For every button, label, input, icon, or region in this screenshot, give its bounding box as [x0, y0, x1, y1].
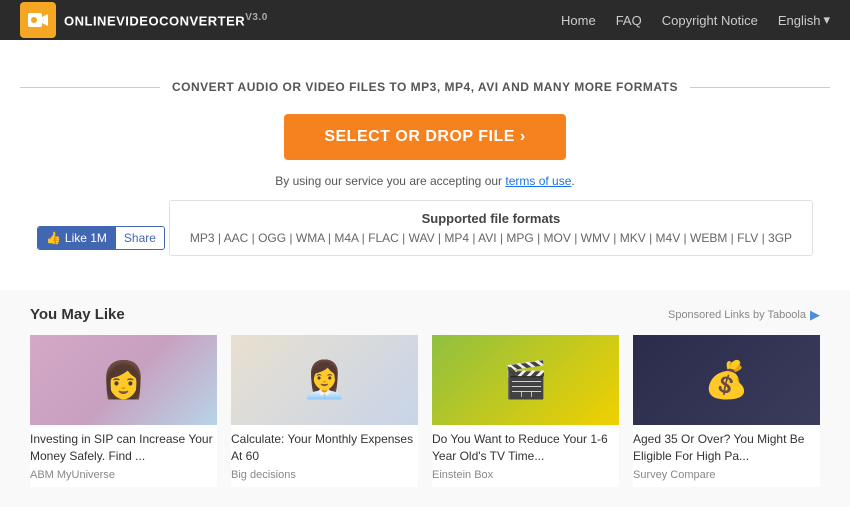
card-source: Survey Compare [633, 469, 820, 481]
card-title: Investing in SIP can Increase Your Money… [30, 431, 217, 465]
rec-card[interactable]: 👩 Investing in SIP can Increase Your Mon… [30, 335, 217, 487]
logo: OnlineVideoConverterv3.0 [20, 2, 268, 38]
formats-list: MP3 | AAC | OGG | WMA | M4A | FLAC | WAV… [190, 231, 792, 245]
terms-notice: By using our service you are accepting o… [20, 174, 830, 188]
recommendations-section: You May Like Sponsored Links by Taboola … [0, 290, 850, 507]
card-image: 🎬 [432, 335, 619, 425]
nav-faq[interactable]: FAQ [616, 13, 642, 28]
nav-copyright[interactable]: Copyright Notice [662, 13, 758, 28]
divider-right [690, 87, 830, 88]
card-title: Do You Want to Reduce Your 1-6 Year Old'… [432, 431, 619, 465]
card-source: ABM MyUniverse [30, 469, 217, 481]
facebook-like-widget: 👍 Like 1M Share [37, 226, 165, 250]
taboola-arrow-icon: ▶ [810, 307, 820, 323]
rec-title: You May Like [30, 306, 125, 323]
formats-title: Supported file formats [190, 211, 792, 226]
card-title: Aged 35 Or Over? You Might Be Eligible F… [633, 431, 820, 465]
language-selector[interactable]: English ▾ [778, 12, 830, 28]
card-source: Big decisions [231, 469, 418, 481]
terms-of-use-link[interactable]: terms of use [505, 174, 571, 188]
fb-like-button[interactable]: 👍 Like 1M [38, 227, 115, 249]
main-nav: Home FAQ Copyright Notice English ▾ [561, 12, 830, 28]
logo-title: OnlineVideoConverterv3.0 [64, 12, 268, 28]
card-body: Calculate: Your Monthly Expenses At 60 B… [231, 425, 418, 487]
nav-home[interactable]: Home [561, 13, 596, 28]
fb-share-button[interactable]: Share [115, 227, 164, 249]
tagline-divider: CONVERT AUDIO OR VIDEO FILES TO MP3, MP4… [20, 80, 830, 94]
card-image: 💰 [633, 335, 820, 425]
convert-tagline: CONVERT AUDIO OR VIDEO FILES TO MP3, MP4… [172, 80, 678, 94]
rec-header: You May Like Sponsored Links by Taboola … [30, 306, 820, 323]
card-source: Einstein Box [432, 469, 619, 481]
thumbs-up-icon: 👍 [46, 231, 61, 245]
card-title: Calculate: Your Monthly Expenses At 60 [231, 431, 418, 465]
card-image: 👩‍💼 [231, 335, 418, 425]
rec-card[interactable]: 👩‍💼 Calculate: Your Monthly Expenses At … [231, 335, 418, 487]
logo-icon [20, 2, 56, 38]
convert-section: CONVERT AUDIO OR VIDEO FILES TO MP3, MP4… [0, 40, 850, 290]
card-image: 👩 [30, 335, 217, 425]
card-body: Do You Want to Reduce Your 1-6 Year Old'… [432, 425, 619, 487]
rec-card[interactable]: 🎬 Do You Want to Reduce Your 1-6 Year Ol… [432, 335, 619, 487]
rec-card[interactable]: 💰 Aged 35 Or Over? You Might Be Eligible… [633, 335, 820, 487]
taboola-label: Sponsored Links by Taboola ▶ [668, 307, 820, 323]
rec-cards-container: 👩 Investing in SIP can Increase Your Mon… [30, 335, 820, 487]
divider-left [20, 87, 160, 88]
card-body: Aged 35 Or Over? You Might Be Eligible F… [633, 425, 820, 487]
select-file-button[interactable]: SELECT OR DROP FILE › [284, 114, 565, 160]
formats-box: Supported file formats MP3 | AAC | OGG |… [169, 200, 813, 256]
main-content: CONVERT AUDIO OR VIDEO FILES TO MP3, MP4… [0, 40, 850, 507]
header: OnlineVideoConverterv3.0 Home FAQ Copyri… [0, 0, 850, 40]
chevron-down-icon: ▾ [823, 12, 830, 28]
card-body: Investing in SIP can Increase Your Money… [30, 425, 217, 487]
